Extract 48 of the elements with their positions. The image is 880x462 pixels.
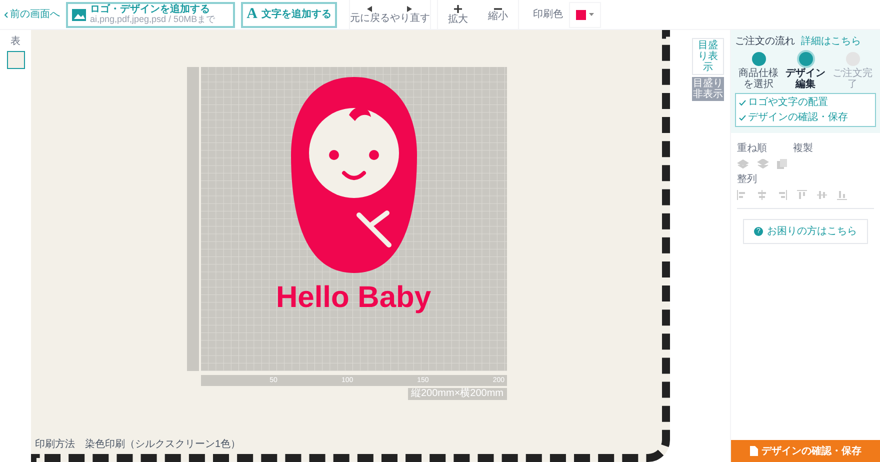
minus-icon bbox=[494, 8, 502, 10]
send-backward-icon[interactable] bbox=[757, 159, 769, 169]
save-design-button[interactable]: デザインの確認・保存 bbox=[731, 440, 880, 462]
align-bottom-icon[interactable] bbox=[837, 190, 847, 200]
align-center-icon[interactable] bbox=[757, 190, 767, 200]
redo-button[interactable]: やり直す bbox=[390, 0, 430, 30]
side-thumbnail[interactable] bbox=[6, 51, 24, 69]
substep-label: ロゴや文字の配置 bbox=[748, 96, 828, 110]
side-label: 表 bbox=[10, 34, 20, 49]
check-icon bbox=[739, 114, 746, 120]
details-link[interactable]: 詳細はこちら bbox=[801, 34, 861, 49]
align-left-icon[interactable] bbox=[737, 190, 747, 200]
scale-toggle[interactable]: 目盛り表示 bbox=[692, 38, 724, 75]
zoom-in-button[interactable]: 拡大 bbox=[438, 0, 478, 30]
design-text: Hello Baby bbox=[276, 283, 432, 313]
undo-button[interactable]: 元に戻る bbox=[350, 0, 390, 30]
size-label: 縦200mm×横200mm bbox=[408, 388, 506, 400]
layer-order-label: 重ね順 bbox=[737, 142, 767, 156]
align-middle-icon[interactable] bbox=[817, 190, 827, 200]
step-label: デザイン編集 bbox=[784, 68, 826, 90]
left-triangle-icon bbox=[367, 6, 372, 12]
caret-icon bbox=[588, 13, 594, 16]
align-top-icon[interactable] bbox=[797, 190, 807, 200]
step-label: 商品仕様を選択 bbox=[738, 68, 780, 90]
align-right-icon[interactable] bbox=[777, 190, 787, 200]
zoom-out-button[interactable]: 縮小 bbox=[478, 0, 518, 30]
align-label: 整列 bbox=[737, 173, 758, 187]
print-method-value: 染色印刷（シルクスクリーン1色） bbox=[85, 438, 241, 452]
add-logo-button[interactable]: ロゴ・デザインを追加する ai,png,pdf,jpeg,psd / 50MBまで bbox=[66, 2, 235, 28]
document-icon bbox=[750, 446, 758, 456]
right-triangle-icon bbox=[407, 6, 412, 12]
check-icon bbox=[739, 100, 746, 106]
print-color-dropdown[interactable] bbox=[568, 2, 601, 28]
add-text-button[interactable]: A 文字を追加する bbox=[240, 2, 337, 28]
print-method-label: 印刷方法 bbox=[35, 438, 75, 452]
duplicate-label: 複製 bbox=[793, 142, 813, 156]
print-color-label: 印刷色 bbox=[532, 8, 563, 22]
plus-icon bbox=[454, 4, 462, 12]
substep-label: デザインの確認・保存 bbox=[748, 110, 848, 125]
image-icon bbox=[72, 8, 86, 20]
back-link[interactable]: 前の画面へ bbox=[4, 7, 60, 22]
duplicate-icon[interactable] bbox=[777, 159, 787, 169]
chevron-left-icon bbox=[4, 12, 8, 18]
step-label: ご注文完了 bbox=[832, 68, 874, 90]
order-flow-title: ご注文の流れ bbox=[735, 34, 795, 49]
bring-forward-icon[interactable] bbox=[737, 159, 749, 169]
scale-toggle[interactable]: 目盛り非表示 bbox=[692, 77, 724, 101]
letter-a-icon: A bbox=[246, 3, 258, 26]
